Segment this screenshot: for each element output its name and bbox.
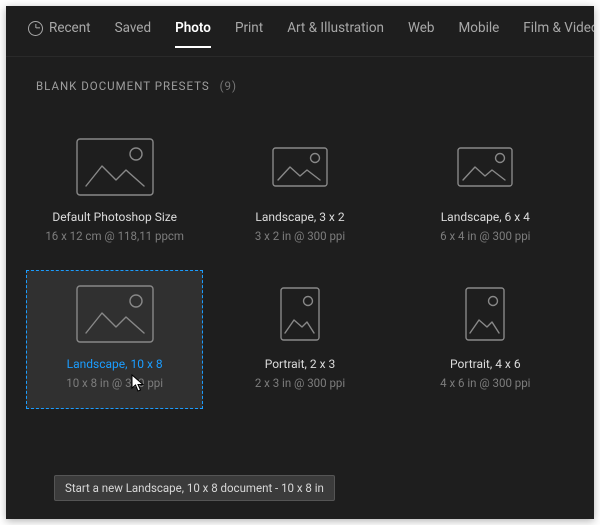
preset-title: Default Photoshop Size <box>52 210 177 224</box>
tab-print[interactable]: Print <box>235 20 263 46</box>
tab-saved[interactable]: Saved <box>115 20 152 46</box>
preset-title: Landscape, 10 x 8 <box>67 357 163 371</box>
preset-default-photoshop-size[interactable]: Default Photoshop Size 16 x 12 cm @ 118,… <box>26 123 203 262</box>
preset-meta: 16 x 12 cm @ 118,11 ppcm <box>45 229 184 243</box>
image-icon <box>76 285 154 343</box>
preset-grid: Default Photoshop Size 16 x 12 cm @ 118,… <box>6 103 594 409</box>
preset-title: Portrait, 4 x 6 <box>450 357 521 371</box>
image-icon <box>272 147 328 187</box>
tooltip: Start a new Landscape, 10 x 8 document -… <box>54 475 335 501</box>
preset-meta: 3 x 2 in @ 300 ppi <box>255 229 345 243</box>
section-count: (9) <box>220 79 237 93</box>
tab-art[interactable]: Art & Illustration <box>287 20 384 46</box>
preset-portrait-2x3[interactable]: Portrait, 2 x 3 2 x 3 in @ 300 ppi <box>211 270 388 409</box>
preset-portrait-4x6[interactable]: Portrait, 4 x 6 4 x 6 in @ 300 ppi <box>397 270 574 409</box>
image-icon <box>465 287 505 341</box>
preset-title: Landscape, 6 x 4 <box>441 210 530 224</box>
preset-meta: 4 x 6 in @ 300 ppi <box>440 376 530 390</box>
tab-recent-label: Recent <box>49 20 91 36</box>
preset-landscape-6x4[interactable]: Landscape, 6 x 4 6 x 4 in @ 300 ppi <box>397 123 574 262</box>
tab-web[interactable]: Web <box>408 20 435 46</box>
tab-mobile[interactable]: Mobile <box>459 20 500 46</box>
preset-title: Portrait, 2 x 3 <box>265 357 336 371</box>
tab-recent[interactable]: Recent <box>28 20 91 46</box>
image-icon <box>457 147 513 187</box>
image-icon <box>280 287 320 341</box>
clock-icon <box>28 21 43 36</box>
category-tabs: Recent Saved Photo Print Art & Illustrat… <box>6 6 594 57</box>
preset-landscape-3x2[interactable]: Landscape, 3 x 2 3 x 2 in @ 300 ppi <box>211 123 388 262</box>
preset-meta: 6 x 4 in @ 300 ppi <box>440 229 530 243</box>
section-label: BLANK DOCUMENT PRESETS <box>36 79 210 93</box>
image-icon <box>76 138 154 196</box>
preset-title: Landscape, 3 x 2 <box>255 210 344 224</box>
preset-meta: 2 x 3 in @ 300 ppi <box>255 376 345 390</box>
new-document-dialog: Recent Saved Photo Print Art & Illustrat… <box>6 6 594 519</box>
tab-photo[interactable]: Photo <box>175 20 211 46</box>
preset-meta: 10 x 8 in @ 300 ppi <box>66 376 163 390</box>
section-header: BLANK DOCUMENT PRESETS (9) <box>6 57 594 103</box>
preset-landscape-10x8[interactable]: Landscape, 10 x 8 10 x 8 in @ 300 ppi <box>26 270 203 409</box>
tab-film[interactable]: Film & Video <box>523 20 594 46</box>
